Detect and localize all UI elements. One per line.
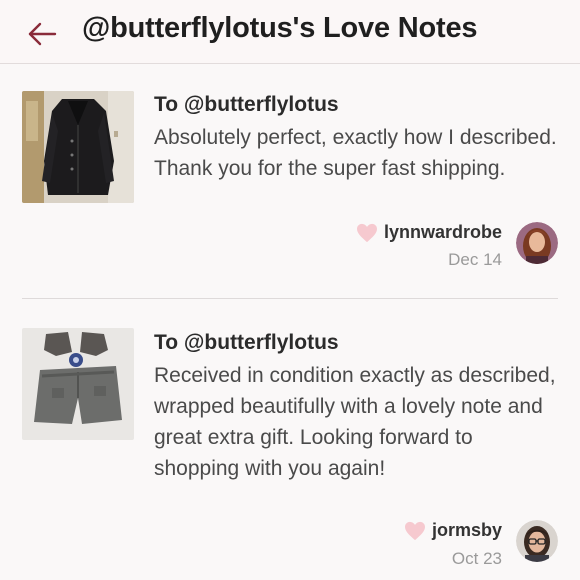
- note-divider: [22, 298, 558, 299]
- header-bar: @butterflylotus's Love Notes: [0, 0, 580, 64]
- heart-icon: [404, 521, 425, 540]
- recipient-label: To @butterflylotus: [154, 331, 339, 354]
- recipient-label: To @butterflylotus: [154, 93, 339, 116]
- love-note: To @butterflylotus Absolutely perfect, e…: [0, 66, 580, 300]
- heart-icon: [356, 223, 377, 242]
- love-note: To @butterflylotus Received in condition…: [0, 302, 580, 580]
- note-message: Received in condition exactly as describ…: [154, 364, 556, 480]
- author-username: jormsby: [431, 520, 502, 540]
- back-arrow-icon: [28, 22, 57, 46]
- jeans-and-boots-photo: [22, 328, 134, 440]
- user-avatar-image: [516, 520, 558, 562]
- note-date: Dec 14: [448, 250, 502, 269]
- leather-jacket-photo: [22, 91, 134, 203]
- note-date: Oct 23: [451, 549, 502, 568]
- avatar[interactable]: [516, 520, 558, 562]
- note-message: Absolutely perfect, exactly how I descri…: [154, 126, 557, 180]
- author-link[interactable]: jormsby: [404, 520, 502, 541]
- author-username: lynnwardrobe: [383, 222, 502, 242]
- back-button[interactable]: [22, 14, 62, 54]
- avatar[interactable]: [516, 222, 558, 264]
- page-title: @butterflylotus's Love Notes: [82, 12, 478, 44]
- listing-thumbnail[interactable]: [22, 328, 134, 440]
- listing-thumbnail[interactable]: [22, 91, 134, 203]
- author-link[interactable]: lynnwardrobe: [356, 222, 502, 243]
- user-avatar-image: [516, 222, 558, 264]
